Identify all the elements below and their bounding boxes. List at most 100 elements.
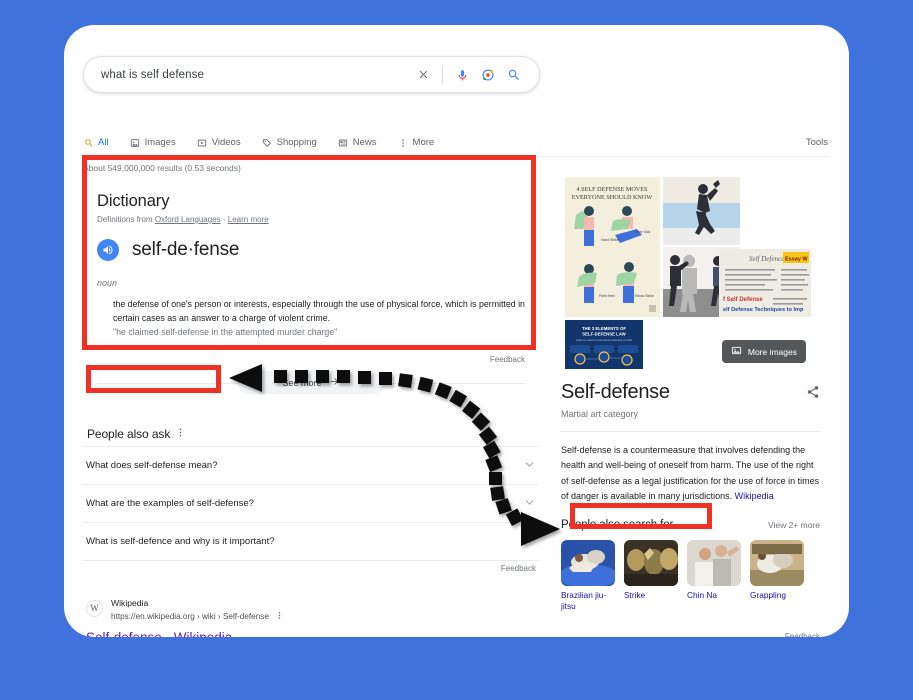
chevron-down-icon[interactable] (523, 458, 536, 474)
search-icon (83, 137, 94, 148)
news-icon (338, 137, 349, 148)
left-results-column: Dictionary Definitions from Oxford Langu… (83, 178, 539, 637)
search-submit-icon[interactable] (501, 62, 527, 88)
see-more-row: See more (97, 370, 525, 396)
more-images-button[interactable]: More images (721, 340, 806, 363)
tab-images[interactable]: Images (130, 129, 176, 156)
search-tabs: All Images Videos Shopping News More Too… (83, 129, 828, 157)
dictionary-feedback-link[interactable]: Feedback (97, 355, 525, 364)
source-separator: · (222, 215, 226, 224)
self-defense-article-clipping[interactable]: Self Defence Essay W f Self Defense elf … (719, 249, 811, 317)
people-also-ask-item[interactable]: What does self-defense mean? (83, 445, 539, 484)
voice-search-icon[interactable] (449, 62, 475, 88)
tab-news[interactable]: News (338, 129, 377, 156)
part-of-speech: noun (97, 278, 118, 288)
related-search-item[interactable]: Brazilian jiu-jitsu (561, 539, 615, 612)
knowledge-panel-title: Self-defense (561, 381, 670, 403)
video-icon (197, 137, 208, 148)
learn-more-link[interactable]: Learn more (228, 215, 269, 224)
related-search-item[interactable]: Grappling (750, 539, 804, 612)
people-also-ask-item[interactable]: What is self-defence and why is it impor… (83, 521, 539, 560)
result-source: Wikipedia https://en.wikipedia.org › wik… (111, 593, 284, 624)
description-source-link[interactable]: Wikipedia (735, 491, 774, 501)
related-search-item[interactable]: Chin Na (687, 539, 741, 612)
tab-shopping[interactable]: Shopping (262, 129, 317, 156)
speaker-icon[interactable] (97, 239, 119, 261)
svg-text:Palm Heel: Palm Heel (599, 294, 615, 298)
elements-of-self-defense-law-infographic[interactable]: THE 3 ELEMENTS OF SELF-DEFENSE LAW what … (565, 320, 643, 369)
people-also-search-for-title: People also search for (561, 518, 674, 531)
tab-all[interactable]: All (83, 129, 109, 157)
people-also-ask-section: People also ask What does self-defense m… (83, 422, 539, 573)
search-box[interactable]: what is self defense (83, 56, 540, 93)
related-search-label: Strike (624, 589, 646, 600)
dictionary-word-row: self-de·fense (97, 239, 525, 261)
result-url: https://en.wikipedia.org › wiki › Self-d… (111, 611, 284, 624)
source-prefix: Definitions from (97, 215, 153, 224)
oxford-languages-link[interactable]: Oxford Languages (155, 215, 221, 224)
divider (83, 559, 539, 561)
divider (561, 431, 820, 432)
tab-label: Images (144, 137, 176, 148)
dictionary-card: Dictionary Definitions from Oxford Langu… (83, 178, 539, 396)
svg-text:EVERYONE SHOULD KNOW: EVERYONE SHOULD KNOW (572, 194, 653, 201)
knowledge-panel: 4 SELF DEFENSE MOVES EVERYONE SHOULD KNO… (561, 173, 820, 637)
svg-text:Self Defence: Self Defence (749, 255, 784, 263)
grappling-thumb (750, 539, 804, 586)
lens-icon[interactable] (475, 62, 501, 88)
see-more-button[interactable]: See more (238, 371, 384, 395)
svg-text:4 SELF DEFENSE MOVES: 4 SELF DEFENSE MOVES (577, 186, 649, 193)
svg-text:Knee Kick: Knee Kick (635, 230, 651, 234)
result-title-link[interactable]: Self-defense - Wikipedia (86, 630, 539, 637)
people-also-ask-item[interactable]: What are the examples of self-defense? (83, 483, 539, 522)
chin-na-thumb (687, 539, 741, 586)
url-text: https://en.wikipedia.org › wiki › Self-d… (111, 611, 269, 621)
chevron-down-icon[interactable] (523, 534, 536, 550)
strike-thumb (624, 539, 678, 586)
tab-more[interactable]: More (398, 129, 434, 156)
people-also-ask-title: People also ask (87, 426, 171, 441)
svg-text:Essay W: Essay W (785, 257, 808, 263)
more-images-label: More images (747, 346, 797, 357)
description-text: Self-defense is a countermeasure that in… (561, 445, 820, 502)
more-vert-icon[interactable] (175, 425, 186, 443)
people-also-search-for-header: People also search for View 2+ more (561, 519, 820, 531)
web-result-wikipedia: W Wikipedia https://en.wikipedia.org › w… (83, 593, 539, 637)
tab-label: All (98, 137, 109, 148)
arrow-right-icon (329, 376, 340, 389)
tab-label: News (352, 137, 377, 148)
tab-label: Shopping (276, 137, 317, 148)
share-icon[interactable] (806, 385, 820, 404)
people-also-ask-header: People also ask (83, 422, 539, 446)
tab-videos[interactable]: Videos (197, 129, 241, 156)
person-walking-illustration[interactable] (663, 177, 740, 245)
result-header: W Wikipedia https://en.wikipedia.org › w… (86, 593, 539, 624)
svg-text:f Self Defense: f Self Defense (723, 297, 763, 303)
brazilian-jiu-jitsu-thumb (561, 539, 615, 586)
svg-text:Elbow Strike: Elbow Strike (635, 294, 654, 298)
svg-text:THE 3 ELEMENTS OF: THE 3 ELEMENTS OF (582, 326, 626, 331)
result-stats: About 549,000,000 results (0.53 seconds) (83, 163, 241, 173)
clear-icon[interactable] (410, 62, 436, 88)
view-more-link[interactable]: View 2+ more (768, 520, 820, 530)
search-bar-row: what is self defense (83, 56, 540, 93)
svg-text:what you need to know about pr: what you need to know about protecting y… (576, 338, 632, 342)
knowledge-panel-feedback-link[interactable]: Feedback (561, 632, 820, 637)
related-search-label: Brazilian jiu-jitsu (561, 589, 607, 612)
search-results-page: what is self defense All Images Videos S… (64, 25, 849, 637)
knowledge-panel-image-grid: 4 SELF DEFENSE MOVES EVERYONE SHOULD KNO… (561, 173, 811, 369)
definition-text: the defense of one's person or interests… (113, 299, 525, 323)
self-defense-moves-infographic[interactable]: 4 SELF DEFENSE MOVES EVERYONE SHOULD KNO… (565, 177, 660, 317)
question-text: What does self-defense mean? (86, 460, 218, 472)
definition-block: the defense of one's person or interests… (97, 298, 525, 340)
tools-button[interactable]: Tools (806, 137, 828, 148)
dictionary-title: Dictionary (97, 192, 170, 210)
image-icon (731, 345, 742, 358)
knowledge-panel-header: Self-defense Martial art category (561, 381, 820, 419)
related-search-item[interactable]: Strike (624, 539, 678, 612)
chevron-down-icon[interactable] (523, 496, 536, 512)
people-also-ask-feedback-link[interactable]: Feedback (83, 564, 539, 573)
search-input[interactable]: what is self defense (84, 69, 410, 81)
more-vert-icon[interactable] (275, 611, 284, 624)
related-search-label: Grappling (750, 589, 786, 600)
